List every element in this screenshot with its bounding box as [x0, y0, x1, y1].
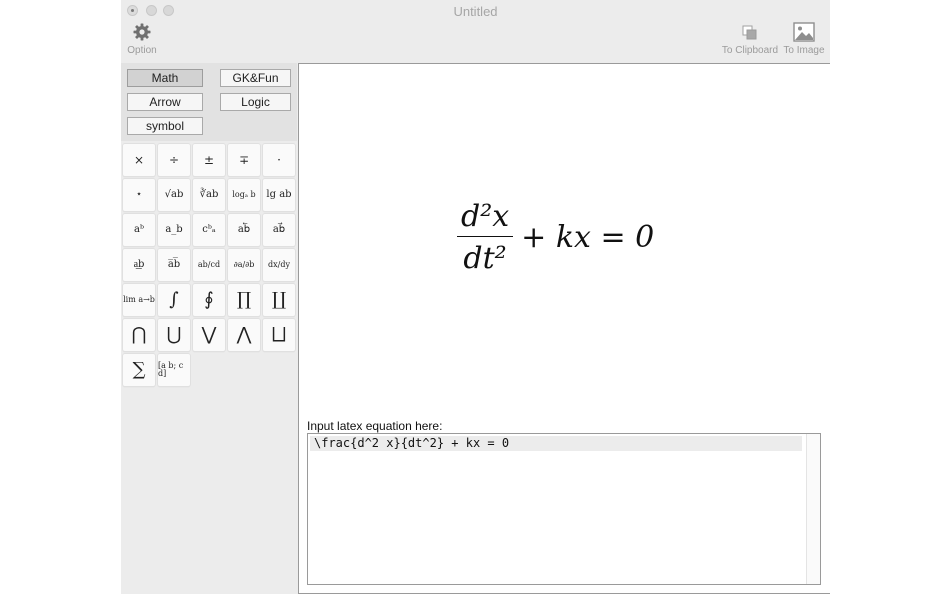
symbol-divide[interactable]: ÷ [158, 144, 190, 176]
category-logic-button[interactable]: Logic [220, 93, 291, 111]
latex-input-line[interactable]: \frac{d^2 x}{dt^2} + kx = 0 [310, 436, 802, 451]
symbol-log-base[interactable]: logₐ b [228, 179, 260, 211]
symbol-sub-superscript[interactable]: cᵇₐ [193, 214, 225, 246]
symbol-partial-derivative[interactable]: ∂a/∂b [228, 249, 260, 281]
gear-icon [121, 22, 163, 45]
title-bar: Untitled [121, 0, 830, 22]
symbol-plus-minus[interactable]: ± [193, 144, 225, 176]
symbol-star[interactable]: ⋆ [123, 179, 155, 211]
symbol-overrightarrow[interactable]: ab⃗ [263, 214, 295, 246]
copy-icon [721, 24, 779, 45]
image-icon [782, 22, 826, 45]
symbol-big-vee[interactable]: ⋁ [193, 319, 225, 351]
category-panel: Math GK&Fun Arrow Logic symbol [121, 63, 297, 141]
to-clipboard-button[interactable]: To Clipboard [721, 24, 779, 56]
to-image-button[interactable]: To Image [782, 22, 826, 56]
symbol-big-sqcup[interactable]: ⨆ [263, 319, 295, 351]
equation-preview-area: d²x dt² + kx = 0 Input latex equation he… [298, 63, 830, 594]
symbol-overline[interactable]: a̅b̅ [158, 249, 190, 281]
symbol-nth-root[interactable]: ∛ab [193, 179, 225, 211]
rendered-equation: d²x dt² + kx = 0 [457, 199, 654, 276]
fraction-denominator: dt² [463, 241, 507, 276]
symbol-overleftarrow[interactable]: ab⃖ [228, 214, 260, 246]
option-button[interactable]: Option [121, 22, 163, 56]
input-label: Input latex equation here: [307, 419, 443, 433]
symbol-big-cap[interactable]: ⋂ [123, 319, 155, 351]
category-arrow-button[interactable]: Arrow [127, 93, 203, 111]
symbol-underline[interactable]: a͟b [123, 249, 155, 281]
symbol-times[interactable]: × [123, 144, 155, 176]
symbol-subscript[interactable]: a_b [158, 214, 190, 246]
category-gkfun-button[interactable]: GK&Fun [220, 69, 291, 87]
symbol-lg[interactable]: lg ab [263, 179, 295, 211]
symbol-minus-plus[interactable]: ∓ [228, 144, 260, 176]
equation-fraction: d²x dt² [457, 199, 514, 276]
symbol-coproduct[interactable]: ∐ [263, 284, 295, 316]
category-symbol-button[interactable]: symbol [127, 117, 203, 135]
symbol-fraction[interactable]: ab/cd [193, 249, 225, 281]
symbol-limit[interactable]: lim a→b [123, 284, 155, 316]
category-math-button[interactable]: Math [127, 69, 203, 87]
symbol-superscript[interactable]: aᵇ [123, 214, 155, 246]
fraction-numerator: d²x [457, 199, 514, 237]
sidebar: Math GK&Fun Arrow Logic symbol × ÷ ± ∓ ·… [121, 63, 297, 594]
symbol-big-wedge[interactable]: ⋀ [228, 319, 260, 351]
symbol-derivative[interactable]: dx/dy [263, 249, 295, 281]
symbol-sqrt[interactable]: √ab [158, 179, 190, 211]
symbol-sum[interactable]: ∑ [123, 354, 155, 386]
symbol-contour-integral[interactable]: ∮ [193, 284, 225, 316]
symbol-matrix[interactable]: [a b; c d] [158, 354, 190, 386]
equation-rest: + kx = 0 [521, 220, 655, 255]
symbol-integral[interactable]: ∫ [158, 284, 190, 316]
window-title: Untitled [453, 4, 498, 19]
symbol-cdot[interactable]: · [263, 144, 295, 176]
symbol-big-cup[interactable]: ⋃ [158, 319, 190, 351]
option-label: Option [127, 45, 157, 56]
symbol-product[interactable]: ∏ [228, 284, 260, 316]
input-scrollbar[interactable] [806, 434, 820, 584]
to-image-label: To Image [783, 45, 825, 56]
app-window: Untitled Option To Clipboard To Image Ma… [121, 0, 830, 594]
latex-input-area[interactable]: \frac{d^2 x}{dt^2} + kx = 0 [307, 433, 821, 585]
to-clipboard-label: To Clipboard [721, 45, 779, 56]
